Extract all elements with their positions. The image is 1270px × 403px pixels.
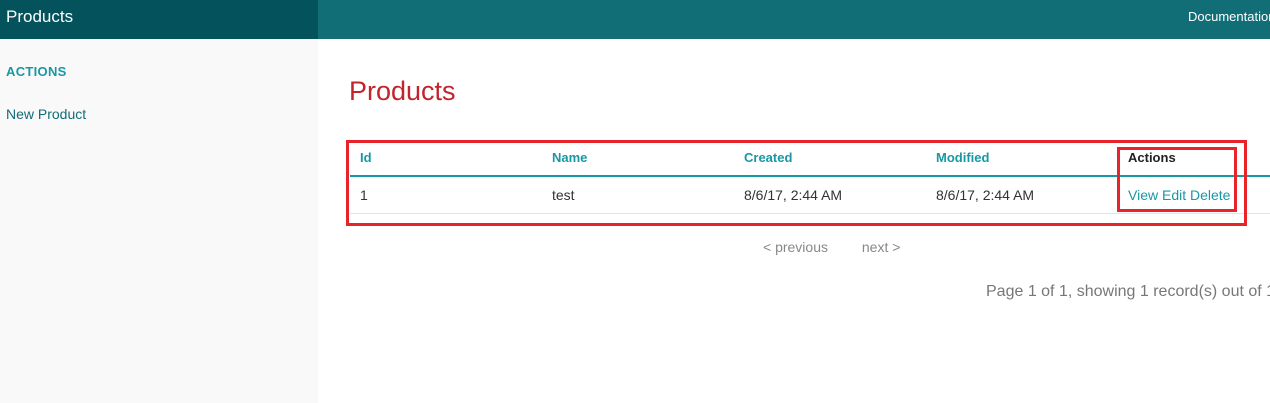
top-bar: Products Documentation [0,0,1270,39]
page-counter: Page 1 of 1, showing 1 record(s) out of … [986,283,1270,300]
cell-name: test [542,176,734,214]
table-header-row: Id Name Created Modified Actions [350,139,1270,177]
cell-id: 1 [350,176,542,214]
sort-id-link[interactable]: Id [360,150,372,165]
cell-modified: 8/6/17, 2:44 AM [926,176,1118,214]
brand-title[interactable]: Products [0,0,318,39]
cell-created: 8/6/17, 2:44 AM [734,176,926,214]
main-content: Products Id Name Created Modified Action… [318,39,1270,403]
previous-page-link[interactable]: < previous [763,239,828,255]
page-title: Products [349,76,456,106]
view-link[interactable]: View [1128,187,1158,203]
column-header-id[interactable]: Id [350,139,542,177]
column-header-name[interactable]: Name [542,139,734,177]
documentation-link[interactable]: Documentation [1188,0,1270,39]
delete-link[interactable]: Delete [1190,187,1230,203]
table-row: 1 test 8/6/17, 2:44 AM 8/6/17, 2:44 AM V… [350,176,1270,214]
products-table: Id Name Created Modified Actions 1 test … [350,139,1270,214]
column-header-actions: Actions [1118,139,1270,177]
sidebar-actions-heading: ACTIONS [6,64,67,79]
new-product-link[interactable]: New Product [6,106,86,122]
paginator: < previous next > [763,239,900,255]
next-page-link[interactable]: next > [862,239,901,255]
column-header-modified[interactable]: Modified [926,139,1118,177]
sort-modified-link[interactable]: Modified [936,150,989,165]
edit-link[interactable]: Edit [1162,187,1186,203]
sort-created-link[interactable]: Created [744,150,792,165]
column-header-created[interactable]: Created [734,139,926,177]
cell-actions: View Edit Delete [1118,176,1270,214]
sidebar: ACTIONS New Product [0,39,318,403]
sort-name-link[interactable]: Name [552,150,587,165]
